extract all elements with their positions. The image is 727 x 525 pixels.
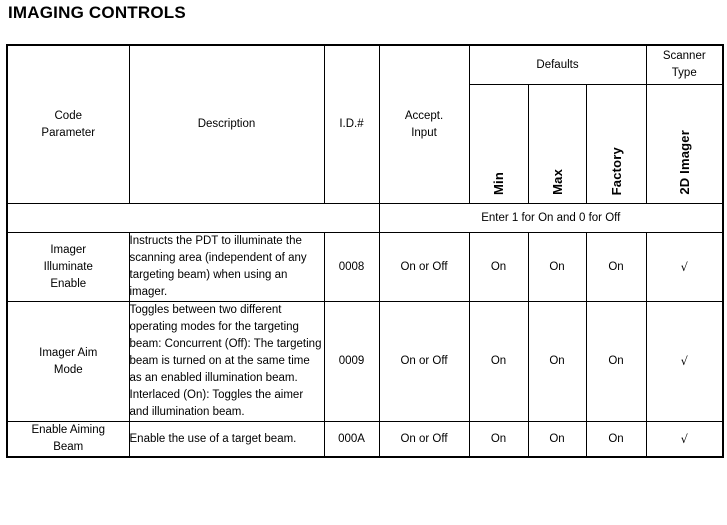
- header-accept-input-line2: Input: [411, 126, 437, 139]
- table-row: Imager Illuminate Enable Instructs the P…: [6, 232, 724, 302]
- header-description: Description: [128, 44, 325, 204]
- table-row: Enable Aiming Beam Enable the use of a t…: [6, 421, 724, 458]
- header-factory: Factory: [585, 84, 647, 204]
- header-code-parameter: Code Parameter: [6, 44, 130, 204]
- row-description: Enable the use of a target beam.: [128, 421, 325, 458]
- table-row: Imager Aim Mode Toggles between two diff…: [6, 301, 724, 422]
- header-factory-label: Factory: [608, 146, 624, 195]
- row-default-max: On: [527, 232, 587, 302]
- header-2d-imager-rotation-box: 2D Imager: [647, 91, 723, 195]
- row-parameter-line1: Imager: [50, 243, 87, 256]
- header-min: Min: [468, 84, 529, 204]
- row-default-factory: On: [585, 232, 647, 302]
- row-parameter-name: Imager Illuminate Enable: [6, 232, 130, 302]
- row-parameter-line2: Illuminate: [43, 260, 93, 273]
- header-max-rotation-box: Max: [529, 91, 586, 195]
- header-id-number: I.D.#: [323, 44, 380, 204]
- header-code-parameter-line2: Parameter: [41, 126, 96, 139]
- row-accept-input: On or Off: [378, 232, 470, 302]
- imaging-controls-table-wrapper: Code Parameter Description I.D.# Accept.…: [6, 44, 725, 458]
- row-default-factory: On: [585, 301, 647, 422]
- row-parameter-line1: Imager Aim: [39, 346, 98, 359]
- row-description: Toggles between two different operating …: [128, 301, 325, 422]
- table-header-group-row: Code Parameter Description I.D.# Accept.…: [6, 44, 724, 204]
- row-default-min: On: [468, 421, 529, 458]
- page-title: IMAGING CONTROLS: [8, 3, 186, 22]
- header-min-label: Min: [491, 172, 506, 195]
- header-max: Max: [527, 84, 587, 204]
- row-default-factory: On: [585, 421, 647, 458]
- header-code-parameter-line1: Code: [54, 109, 83, 122]
- row-scanner-2d-imager-checkmark: √: [645, 232, 724, 302]
- row-parameter-line2: Beam: [53, 441, 84, 453]
- row-parameter-line3: Enable: [50, 277, 87, 290]
- row-parameter-name: Imager Aim Mode: [6, 301, 130, 422]
- row-parameter-line2: Mode: [53, 363, 83, 376]
- header-scanner-type-line1: Scanner: [662, 50, 706, 62]
- row-id-number: 0009: [323, 301, 380, 422]
- row-parameter-name: Enable Aiming Beam: [6, 421, 130, 458]
- row-default-min: On: [468, 232, 529, 302]
- row-default-max: On: [527, 301, 587, 422]
- row-accept-input: On or Off: [378, 421, 470, 458]
- header-2d-imager: 2D Imager: [645, 84, 724, 204]
- note-row-blank-cell: [6, 203, 380, 233]
- row-id-number: 0008: [323, 232, 380, 302]
- header-scanner-type: Scanner Type: [645, 44, 724, 85]
- row-default-max: On: [527, 421, 587, 458]
- header-scanner-type-line2: Type: [671, 67, 697, 79]
- row-description: Instructs the PDT to illuminate the scan…: [128, 232, 325, 302]
- row-scanner-2d-imager-checkmark: √: [645, 301, 724, 422]
- row-default-min: On: [468, 301, 529, 422]
- header-accept-input: Accept. Input: [378, 44, 470, 204]
- row-id-number: 000A: [323, 421, 380, 458]
- table-note-row: Enter 1 for On and 0 for Off: [6, 203, 724, 233]
- header-max-label: Max: [549, 169, 565, 195]
- header-2d-imager-label: 2D Imager: [676, 130, 692, 195]
- header-accept-input-line1: Accept.: [404, 109, 444, 122]
- note-row-text: Enter 1 for On and 0 for Off: [378, 203, 724, 233]
- header-defaults-group: Defaults: [468, 44, 647, 85]
- row-accept-input: On or Off: [378, 301, 470, 422]
- header-factory-rotation-box: Factory: [587, 91, 646, 195]
- row-scanner-2d-imager-checkmark: √: [645, 421, 724, 458]
- header-min-rotation-box: Min: [470, 91, 528, 195]
- imaging-controls-table: Code Parameter Description I.D.# Accept.…: [6, 44, 725, 458]
- row-parameter-line1: Enable Aiming: [31, 424, 106, 436]
